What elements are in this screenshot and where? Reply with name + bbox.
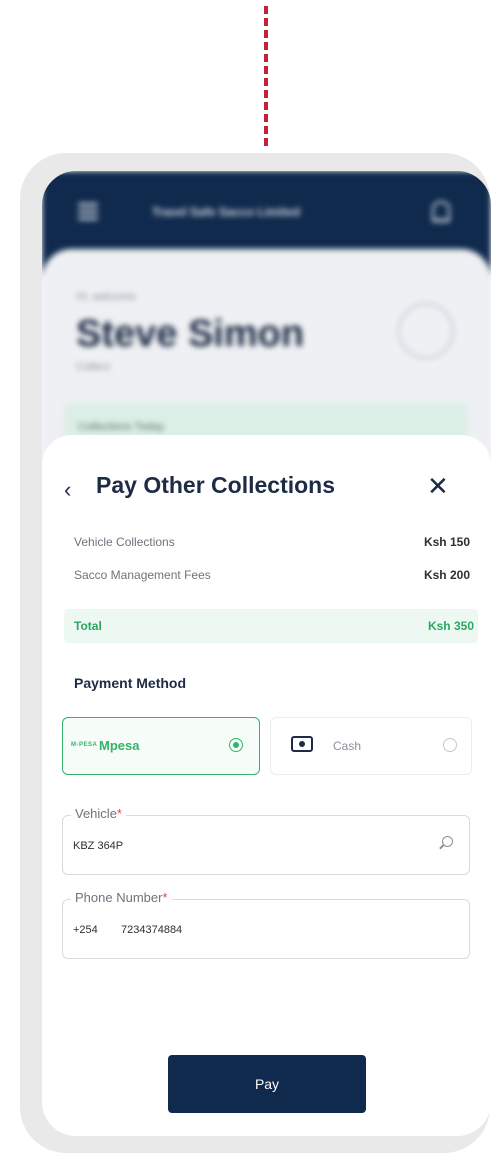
phone-number-field[interactable]: Phone Number* +254 7234374884 xyxy=(62,890,470,959)
line-item-amount: Ksh 150 xyxy=(423,535,470,549)
phone-number-value[interactable]: 7234374884 xyxy=(121,924,182,936)
dashed-connector xyxy=(264,6,268,146)
payment-option-label: Mpesa xyxy=(99,738,140,753)
payment-option-mpesa[interactable]: M-PESA Mpesa xyxy=(62,717,260,775)
bell-icon[interactable] xyxy=(432,201,450,222)
phone-screen: Travel Safe Sacco Limited Hi, welcome St… xyxy=(42,171,491,1136)
sheet-title: Pay Other Collections xyxy=(96,472,336,498)
bottom-sheet: ‹ Pay Other Collections ✕ Vehicle Collec… xyxy=(42,435,491,1136)
line-item-amount: Ksh 200 xyxy=(423,568,470,582)
vehicle-value[interactable]: KBZ 364P xyxy=(73,840,123,852)
line-item-label: Sacco Management Fees xyxy=(74,568,211,582)
cash-icon xyxy=(291,736,313,752)
total-row: Total Ksh 350 xyxy=(64,609,478,643)
pay-button[interactable]: Pay xyxy=(168,1055,366,1113)
vehicle-field[interactable]: Vehicle* KBZ 364P xyxy=(62,806,470,875)
vehicle-field-label: Vehicle* xyxy=(71,806,126,821)
mpesa-logo: M-PESA xyxy=(71,742,98,748)
payment-method-heading: Payment Method xyxy=(74,675,187,691)
line-item-vehicle-collections: Vehicle Collections Ksh 150 xyxy=(74,535,470,549)
payment-option-cash[interactable]: Cash xyxy=(270,717,472,775)
phone-field-label: Phone Number* xyxy=(71,890,172,905)
radio-selected[interactable] xyxy=(229,738,243,752)
close-icon[interactable]: ✕ xyxy=(427,473,449,499)
search-icon[interactable] xyxy=(442,836,453,847)
country-code[interactable]: +254 xyxy=(73,924,98,936)
menu-icon[interactable] xyxy=(78,203,98,220)
collections-today-label: Collections Today xyxy=(78,421,165,433)
back-icon[interactable]: ‹ xyxy=(64,479,82,501)
header-title: Travel Safe Sacco Limited xyxy=(152,205,301,219)
user-role: Collect xyxy=(76,361,110,373)
user-name: Steve Simon xyxy=(76,313,305,355)
payment-option-label: Cash xyxy=(333,739,362,753)
avatar-icon[interactable] xyxy=(398,303,454,359)
radio-unselected[interactable] xyxy=(443,738,457,752)
line-item-sacco-fees: Sacco Management Fees Ksh 200 xyxy=(74,568,470,582)
welcome-text: Hi, welcome xyxy=(76,291,136,303)
line-item-label: Vehicle Collections xyxy=(74,535,175,549)
total-label: Total xyxy=(74,619,102,633)
total-amount: Ksh 350 xyxy=(427,619,474,633)
